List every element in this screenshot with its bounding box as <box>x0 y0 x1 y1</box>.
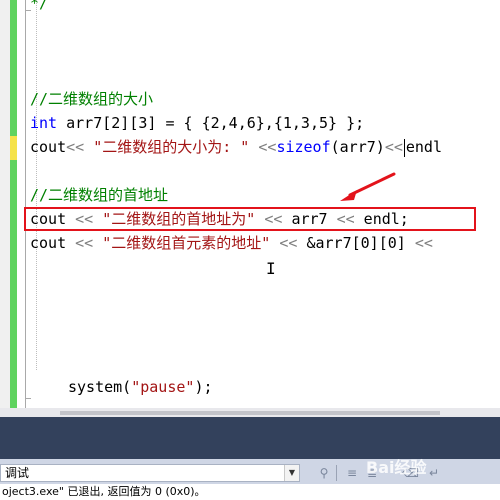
annotation-highlight-box <box>24 207 476 231</box>
unsaved-change-marker <box>10 136 17 160</box>
output-source-dropdown[interactable]: 调试 ▼ <box>0 464 300 482</box>
mouse-ibeam-cursor-icon: I <box>266 259 276 278</box>
text-caret <box>403 138 405 157</box>
toolbar-separator <box>336 465 337 481</box>
code-line-system-pause: system("pause"); <box>68 378 213 396</box>
output-source-value: 调试 <box>5 466 30 480</box>
horizontal-scrollbar-thumb[interactable] <box>60 411 440 415</box>
code-line-cout-size: cout<< "二维数组的大小为: " <<sizeof(arr7)<< endl <box>30 138 442 157</box>
watermark-logo: Bai经验 <box>366 458 427 477</box>
code-editor[interactable]: */ //二维数组的大小 int arr7[2][3] = { {2,4,6},… <box>0 0 500 408</box>
code-line-array-decl: int arr7[2][3] = { {2,4,6},{1,3,5} }; <box>30 114 365 132</box>
change-tracking-bar <box>10 0 17 408</box>
outline-fold-line <box>25 0 26 408</box>
indicator-margin <box>0 0 10 408</box>
chevron-down-icon[interactable]: ▼ <box>284 465 299 481</box>
code-line-comment-size: //二维数组的大小 <box>30 90 154 108</box>
outline-fold-end <box>25 398 31 399</box>
panel-splitter <box>0 417 500 459</box>
output-status-line: oject3.exe" 已退出, 返回值为 0 (0x0)。 <box>0 484 500 500</box>
code-line-cout-elem-addr: cout << "二维数组首元素的地址" << &arr7[0][0] << <box>30 234 433 252</box>
annotation-arrow-icon <box>340 172 396 201</box>
code-line-comment-end: */ <box>30 0 49 12</box>
find-icon[interactable]: ⚲ <box>316 465 332 481</box>
align-left-icon[interactable]: ≡ <box>344 465 360 481</box>
word-wrap-icon[interactable]: ↵ <box>426 465 442 481</box>
code-line-comment-addr: //二维数组的首地址 <box>30 186 169 204</box>
